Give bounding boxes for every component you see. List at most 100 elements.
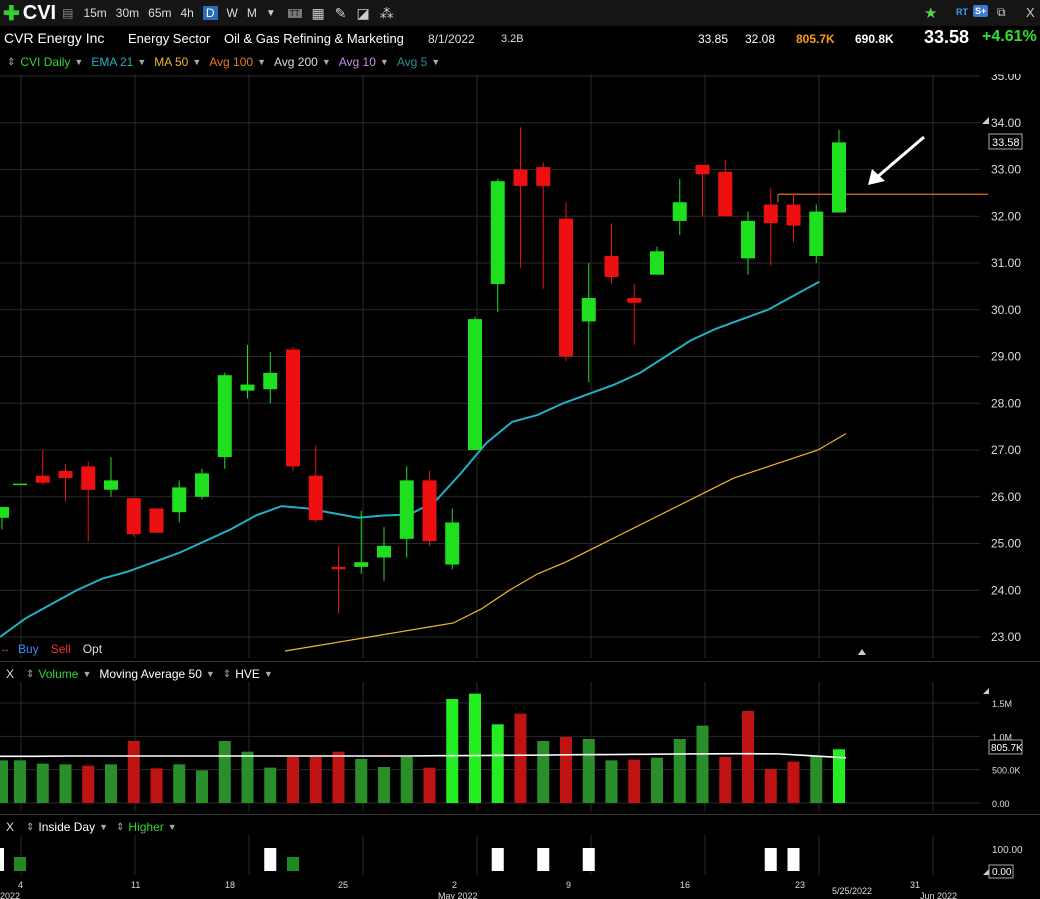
chevron-down-icon[interactable]: ▼ (322, 57, 331, 67)
expand-icon[interactable]: ⧉ (997, 5, 1006, 20)
pane-divider[interactable] (0, 814, 1040, 815)
volume-bar[interactable] (105, 764, 117, 803)
chevron-down-icon[interactable]: ▼ (168, 822, 177, 832)
candle[interactable] (490, 178, 505, 313)
tag-icon[interactable]: ◪ (357, 5, 370, 22)
volume-bar[interactable] (514, 713, 527, 803)
study-avg-100[interactable]: Avg 100 (209, 55, 253, 69)
study-avg-10[interactable]: Avg 10 (339, 55, 376, 69)
moving-average-label[interactable]: Moving Average 50 (99, 667, 202, 681)
study-ma-50[interactable]: MA 50 (154, 55, 188, 69)
volume-bar[interactable] (241, 751, 254, 803)
candle[interactable] (581, 263, 596, 383)
share-icon[interactable]: ⁂ (380, 5, 394, 22)
pencil-icon[interactable]: ✎ (335, 5, 347, 22)
candle[interactable] (195, 468, 209, 500)
candle[interactable] (650, 246, 664, 275)
candle[interactable] (604, 223, 619, 285)
timeframe-weekly[interactable]: W (227, 6, 238, 20)
chevron-down-icon[interactable]: ▼ (192, 57, 201, 67)
timeframe-65m[interactable]: 65m (148, 6, 171, 20)
chevron-down-icon[interactable]: ▼ (266, 8, 276, 19)
volume-label[interactable]: Volume (38, 667, 78, 681)
volume-bar[interactable] (218, 741, 231, 803)
study-ema-21[interactable]: EMA 21 (91, 55, 133, 69)
volume-bar[interactable] (36, 763, 49, 803)
volume-chart[interactable]: 1.5M1.0M500.0K0.00 805.7K (0, 682, 1040, 814)
candle[interactable] (695, 164, 710, 217)
candle[interactable] (149, 508, 164, 533)
industry-link[interactable]: Oil & Gas Refining & Marketing (224, 31, 404, 46)
volume-bar[interactable] (491, 724, 504, 803)
timeframe-4h[interactable]: 4h (180, 6, 193, 20)
hve-label[interactable]: HVE (235, 667, 260, 681)
volume-bar[interactable] (332, 751, 345, 803)
candle[interactable] (559, 202, 573, 362)
chevron-down-icon[interactable]: ▼ (74, 57, 83, 67)
study-avg-5[interactable]: Avg 5 (397, 55, 427, 69)
candle[interactable] (308, 445, 323, 523)
star-icon[interactable]: ★ (924, 4, 937, 22)
volume-bar[interactable] (469, 693, 481, 803)
volume-bar[interactable] (560, 737, 572, 803)
calculator-icon[interactable]: ▦ (312, 5, 325, 22)
timeframe-30m[interactable]: 30m (116, 6, 139, 20)
candle[interactable] (741, 211, 755, 275)
chevron-down-icon[interactable]: ▼ (137, 57, 146, 67)
study-avg-200[interactable]: Avg 200 (274, 55, 318, 69)
timeframe-monthly[interactable]: M (247, 6, 257, 20)
candle[interactable] (286, 347, 300, 472)
candle[interactable] (354, 510, 369, 574)
realtime-icon[interactable]: RT (956, 7, 968, 17)
volume-bar[interactable] (742, 711, 754, 803)
candle[interactable] (263, 351, 278, 404)
volume-bar[interactable] (582, 739, 595, 803)
candle[interactable] (672, 178, 687, 235)
volume-bar[interactable] (696, 725, 709, 803)
candle[interactable] (13, 483, 27, 486)
volume-bar[interactable] (423, 767, 436, 803)
higher-label[interactable]: Higher (128, 820, 163, 834)
folder-icon[interactable]: ▤ (62, 6, 73, 20)
sell-button[interactable]: Sell (51, 642, 71, 656)
chevron-down-icon[interactable]: ▼ (264, 669, 273, 679)
ticker-symbol[interactable]: CVI (23, 2, 56, 25)
volume-bar[interactable] (14, 760, 26, 803)
candle[interactable] (513, 127, 528, 268)
close-indicator-pane[interactable]: X (6, 820, 14, 834)
volume-bar[interactable] (355, 759, 368, 803)
candle[interactable] (718, 160, 733, 217)
candle[interactable] (377, 527, 391, 581)
volume-bar[interactable] (0, 760, 8, 803)
chart-type-icon[interactable]: TT (287, 8, 302, 18)
volume-bar[interactable] (378, 767, 390, 803)
volume-bar[interactable] (309, 757, 322, 803)
chevron-down-icon[interactable]: ▼ (206, 669, 215, 679)
candle[interactable] (0, 507, 9, 530)
trade-icon[interactable]: ↔ (0, 644, 10, 655)
volume-bar[interactable] (605, 760, 618, 803)
volume-bar[interactable] (59, 764, 72, 803)
volume-bar[interactable] (400, 757, 413, 803)
candle[interactable] (832, 129, 846, 213)
volume-bar[interactable] (150, 768, 163, 803)
volume-bar[interactable] (173, 764, 186, 803)
volume-bar[interactable] (651, 757, 663, 803)
inside-day-label[interactable]: Inside Day (38, 820, 95, 834)
candle[interactable] (35, 450, 50, 486)
candle[interactable] (786, 192, 801, 242)
candle[interactable] (445, 508, 460, 570)
volume-bar[interactable] (787, 761, 800, 803)
candle[interactable] (763, 188, 778, 266)
volume-bar[interactable] (537, 741, 550, 803)
candle[interactable] (627, 284, 642, 345)
options-button[interactable]: Opt (83, 642, 102, 656)
chevron-down-icon[interactable]: ▼ (99, 822, 108, 832)
volume-bar[interactable] (264, 767, 277, 803)
volume-bar[interactable] (446, 699, 459, 803)
expand-icon[interactable]: ⇕ (116, 822, 124, 833)
close-icon[interactable]: X (1026, 5, 1035, 20)
candle[interactable] (422, 471, 437, 546)
volume-bar[interactable] (287, 757, 299, 803)
volume-bar[interactable] (127, 741, 140, 803)
